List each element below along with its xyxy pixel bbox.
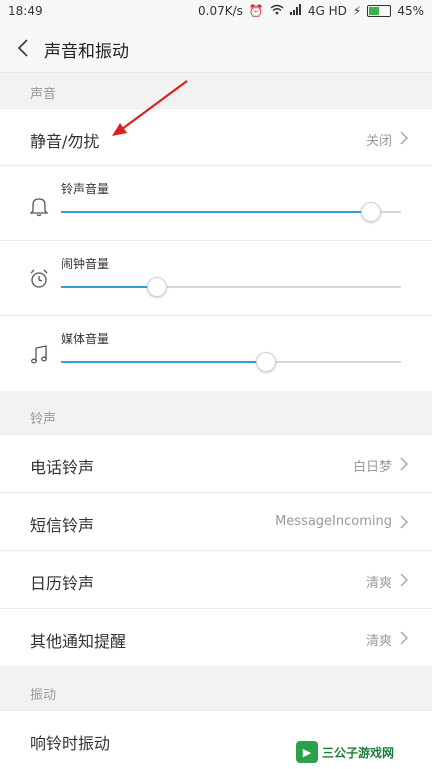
charging-icon: ⚡	[352, 4, 362, 18]
chevron-right-icon	[400, 631, 409, 645]
ring-volume-row: 铃声音量	[0, 165, 432, 241]
wifi-icon	[270, 4, 284, 18]
alarm-icon: ⏰	[248, 4, 264, 18]
media-volume-label: 媒体音量	[61, 332, 110, 346]
alarm-volume-label: 闹钟音量	[61, 257, 110, 271]
media-volume-slider[interactable]	[61, 352, 401, 372]
notification-ringtone-row[interactable]: 其他通知提醒 清爽	[0, 608, 432, 666]
chevron-right-icon	[400, 515, 409, 529]
chevron-right-icon	[400, 131, 409, 145]
chevron-right-icon	[400, 573, 409, 587]
watermark-logo: ▶	[296, 741, 318, 763]
alarm-volume-slider[interactable]	[61, 277, 401, 297]
sms-ringtone-row[interactable]: 短信铃声 MessageIncoming	[0, 492, 432, 550]
back-arrow-icon	[17, 39, 28, 57]
section-sound-label: 声音	[30, 87, 57, 102]
page-title: 声音和振动	[44, 42, 129, 62]
ring-volume-slider[interactable]	[61, 202, 401, 222]
network-type: 4G HD	[307, 4, 347, 18]
vibrate-on-ring-label: 响铃时振动	[30, 734, 111, 753]
bell-icon	[29, 198, 49, 217]
status-icons: 0.07K/s ⏰ 4G HD ⚡ 45%	[198, 4, 424, 18]
sms-ringtone-value: MessageIncoming	[275, 514, 392, 529]
calendar-ringtone-row[interactable]: 日历铃声 清爽	[0, 550, 432, 608]
phone-ringtone-label: 电话铃声	[30, 458, 95, 477]
calendar-ringtone-value: 清爽	[365, 576, 392, 591]
slider-thumb[interactable]	[256, 352, 276, 372]
slider-fill	[61, 211, 371, 213]
back-button[interactable]	[14, 36, 34, 60]
status-time: 18:49	[8, 4, 43, 18]
calendar-ringtone-label: 日历铃声	[30, 574, 95, 593]
title-bar: 声音和振动	[0, 24, 432, 73]
alarm-clock-icon	[30, 269, 48, 288]
section-vibration-label: 振动	[30, 688, 57, 703]
phone-ringtone-value: 白日梦	[352, 460, 392, 475]
silent-mode-label: 静音/勿扰	[30, 132, 100, 151]
ring-volume-label: 铃声音量	[61, 182, 110, 196]
section-ringtone-label: 铃声	[30, 412, 57, 427]
silent-mode-row[interactable]: 静音/勿扰 关闭	[0, 108, 432, 166]
media-volume-row: 媒体音量	[0, 315, 432, 391]
notification-ringtone-label: 其他通知提醒	[30, 632, 127, 651]
slider-fill	[61, 286, 157, 288]
slider-thumb[interactable]	[147, 277, 168, 297]
battery-icon	[367, 5, 392, 17]
network-speed: 0.07K/s	[198, 4, 243, 18]
status-bar: 18:49 0.07K/s ⏰ 4G HD ⚡ 45%	[0, 0, 432, 24]
phone-ringtone-row[interactable]: 电话铃声 白日梦	[0, 434, 432, 492]
watermark-text: 三公子游戏网	[322, 745, 395, 760]
slider-fill	[61, 361, 265, 363]
silent-mode-value: 关闭	[365, 134, 392, 149]
notification-ringtone-value: 清爽	[365, 634, 392, 649]
chevron-right-icon	[400, 457, 409, 471]
watermark: ▶ 三公子游戏网	[296, 740, 426, 764]
slider-thumb[interactable]	[361, 202, 382, 222]
sms-ringtone-label: 短信铃声	[30, 516, 95, 535]
battery-percent: 45%	[397, 4, 424, 18]
signal-icon	[289, 4, 302, 18]
alarm-volume-row: 闹钟音量	[0, 240, 432, 316]
music-note-icon	[31, 345, 47, 364]
